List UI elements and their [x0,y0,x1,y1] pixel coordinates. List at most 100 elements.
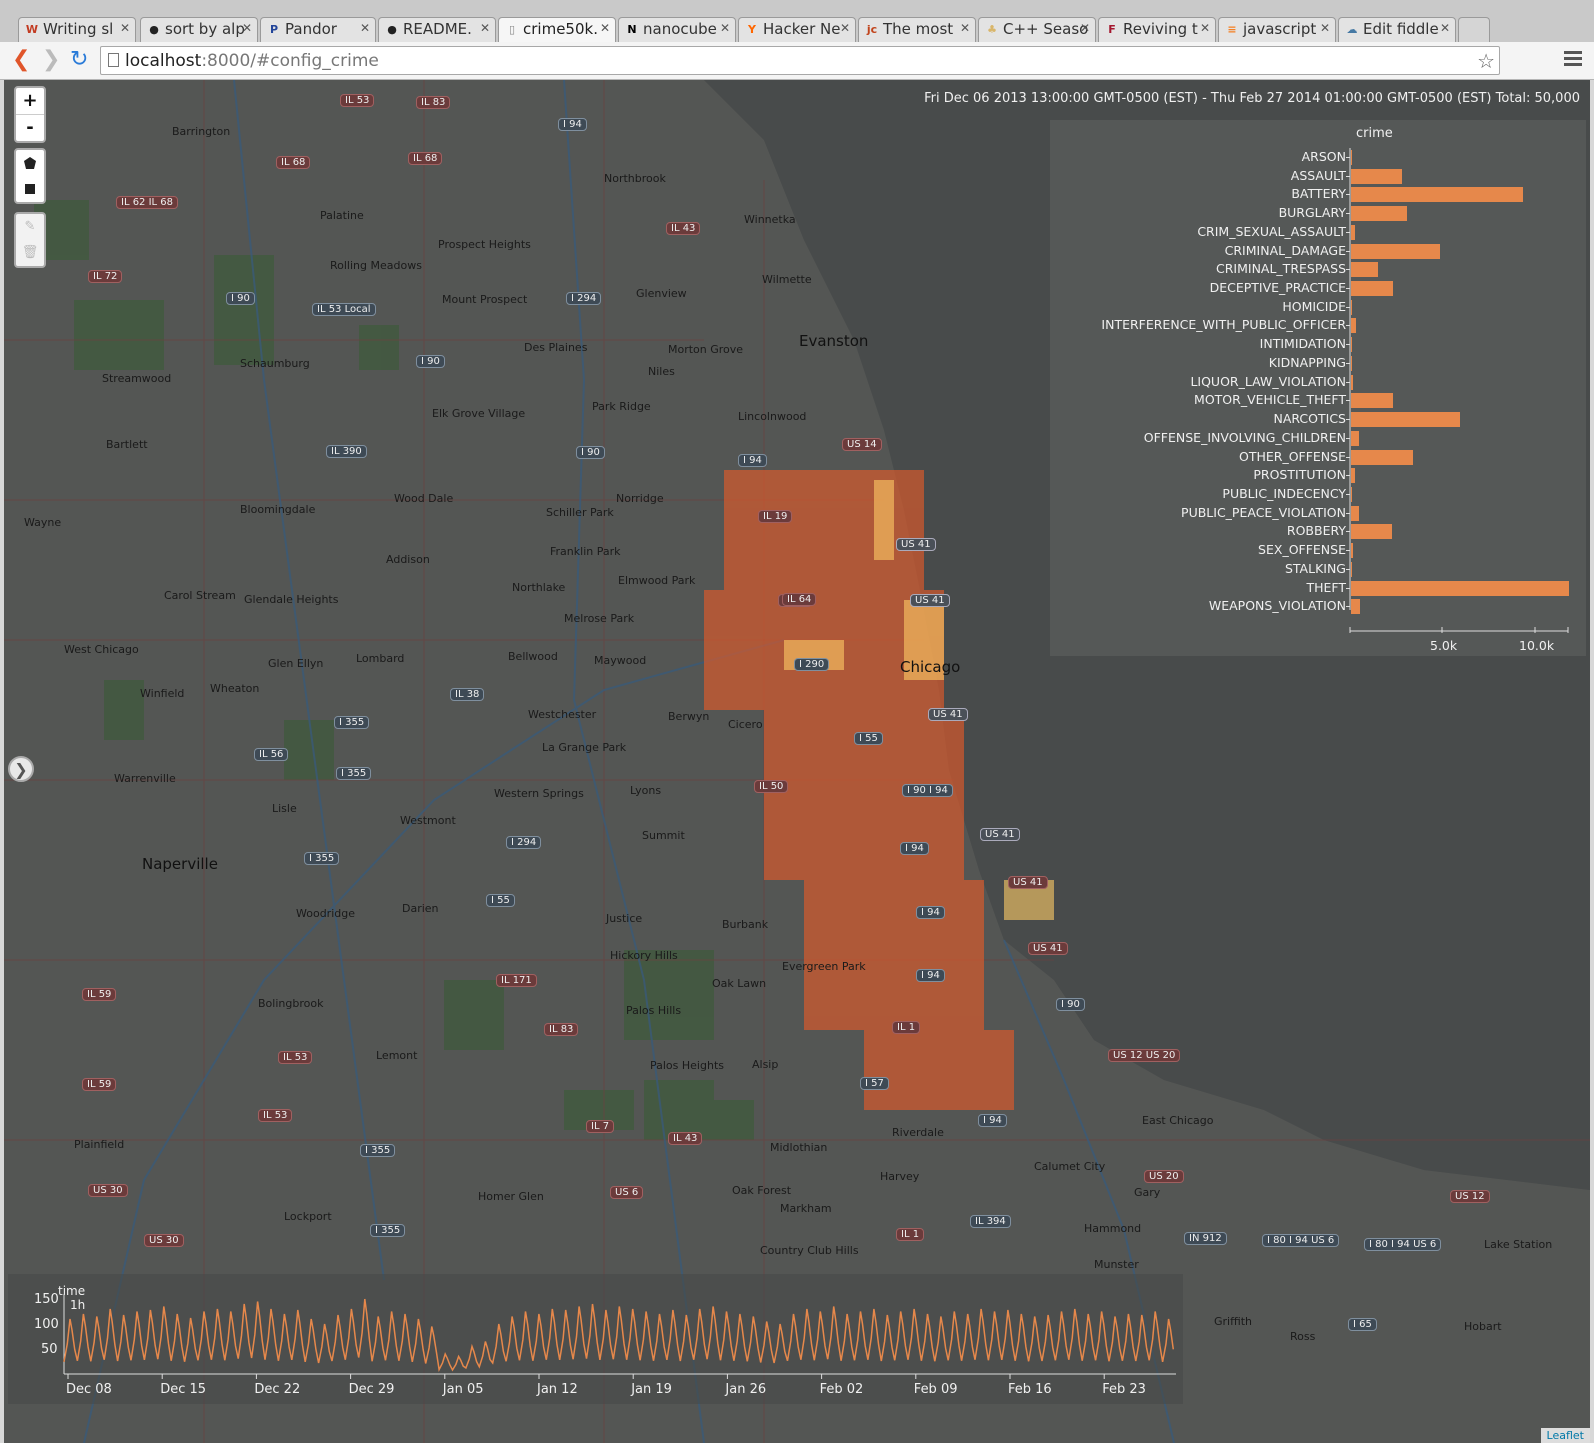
place-label: Rolling Meadows [330,259,422,272]
draw-rectangle-button[interactable] [16,176,44,202]
place-label: Plainfield [74,1138,125,1151]
road-shield: US 41 [980,828,1020,841]
notion-icon: N [627,23,637,36]
road-shield: IL 1 [892,1021,921,1034]
map-viewport[interactable]: Barrington Northbrook Winnetka Palatine Pros… [4,80,1590,1443]
forward-button[interactable]: ❯ [42,49,60,71]
browser-tab[interactable]: P Pandor ✕ [260,17,376,42]
jc-icon: jc [866,23,878,36]
place-label: Barrington [172,125,231,138]
bookmark-star-icon[interactable]: ☆ [1477,49,1495,73]
place-label: Winnetka [744,213,796,226]
delete-layers-button[interactable]: 🗑 [16,240,44,266]
draw-polygon-button[interactable] [16,150,44,176]
place-label: Oak Forest [732,1184,792,1197]
road-shield: I 90 I 94 [902,784,953,797]
time-x-tick: Feb 09 [913,1382,958,1397]
road-shield: US 30 [88,1184,128,1197]
zoom-out-button[interactable]: - [16,114,44,141]
time-series-line[interactable] [63,1298,1175,1372]
time-x-tick: Feb 02 [819,1382,864,1397]
chevron-right-icon: ❯ [14,760,28,779]
place-label: Lyons [630,784,662,797]
flag-icon: F [1108,23,1116,36]
crime-chart-panel[interactable]: crime ARSON ASSAULT BATTERY BURGLARY CRIM_SE… [1050,120,1586,656]
place-label: Alsip [752,1058,779,1071]
reload-button[interactable]: ↻ [70,49,88,71]
expand-panel-button[interactable]: ❯ [8,756,34,782]
place-label: Maywood [594,654,647,667]
tab-close-icon[interactable]: ✕ [1080,21,1090,35]
browser-tab[interactable]: ● sort by alp ✕ [140,17,258,42]
browser-tab[interactable]: W Writing sl ✕ [18,17,136,42]
place-label: Riverdale [892,1126,944,1139]
edit-layers-button[interactable]: ✎ [16,214,44,240]
browser-tab[interactable]: ♣ C++ Seaso ✕ [978,17,1096,42]
road-shield: US 41 [1008,876,1048,889]
road-shield: I 80 I 94 US 6 [1364,1238,1442,1251]
place-label: Gary [1134,1186,1161,1199]
road-shield: IL 62 IL 68 [116,196,179,209]
road-shield: IL 72 [88,270,123,283]
tab-close-icon[interactable]: ✕ [360,21,370,35]
zoom-in-button[interactable]: + [16,88,44,114]
place-label: Lemont [376,1049,418,1062]
place-label: Lombard [356,652,405,665]
address-bar[interactable]: localhost:8000/#config_crime ☆ [100,46,1500,75]
place-label: Markham [780,1202,832,1215]
time-x-tick: Jan 19 [631,1382,672,1397]
tab-close-icon[interactable]: ✕ [480,21,490,35]
road-shield: US 12 US 20 [1108,1049,1181,1062]
browser-menu-button[interactable] [1564,48,1582,69]
new-tab-button[interactable] [1458,17,1490,42]
zoom-control: + - [14,86,46,143]
place-label: Prospect Heights [438,238,531,251]
place-label: Lockport [284,1210,332,1223]
tab-close-icon[interactable]: ✕ [242,21,252,35]
road-shield: I 94 [558,118,587,131]
time-x-tick: Jan 05 [442,1382,484,1397]
browser-tab[interactable]: ☁ Edit fiddle ✕ [1338,17,1456,42]
tab-close-icon[interactable]: ✕ [600,21,610,35]
place-label: Bolingbrook [258,997,324,1010]
browser-tab[interactable]: Nnanocube ✕ [618,17,736,42]
tab-title: crime50k. [523,20,598,38]
road-shield: IL 68 [276,156,311,169]
leaflet-attribution[interactable]: Leaflet [1540,1428,1590,1443]
tab-close-icon[interactable]: ✕ [1440,21,1450,35]
place-label: Hammond [1084,1222,1142,1235]
browser-tab[interactable]: ● README. ✕ [378,17,496,42]
road-shield: IL 53 [278,1051,313,1064]
place-label: Lisle [272,802,297,815]
road-shield: IL 390 [326,445,367,458]
place-label: Ross [1290,1330,1316,1343]
back-button[interactable]: ❮ [12,49,30,71]
browser-tab[interactable]: Y Hacker Ne ✕ [738,17,856,42]
place-label: Glenview [636,287,687,300]
so-icon: ≡ [1227,23,1237,36]
road-shield: IL 59 [82,988,117,1001]
tab-close-icon[interactable]: ✕ [720,21,730,35]
url-host: localhost [125,51,202,71]
time-chart-panel[interactable]: time 1h 150 100 50 Dec 08 Dec 15 Dec 22 Dec… [8,1274,1183,1404]
place-label: La Grange Park [542,741,627,754]
tab-title: Edit fiddle [1363,20,1439,38]
tab-close-icon[interactable]: ✕ [840,21,850,35]
browser-tab[interactable]: ≡ javascript ✕ [1218,17,1336,42]
road-shield: IL 43 [666,222,701,235]
time-x-tick: Dec 08 [66,1382,112,1397]
browser-tab[interactable]: ▯ crime50k. ✕ [498,17,616,42]
place-label: Niles [648,365,675,378]
browser-tab[interactable]: F Reviving t ✕ [1098,17,1216,42]
road-shield: IL 53 [340,94,375,107]
road-shield: I 290 [794,658,830,671]
place-label: Palos Hills [626,1004,682,1017]
tab-close-icon[interactable]: ✕ [1320,21,1330,35]
rectangle-icon [25,184,35,194]
tab-close-icon[interactable]: ✕ [1200,21,1210,35]
tab-close-icon[interactable]: ✕ [960,21,970,35]
place-label: Addison [386,553,430,566]
place-label: Country Club Hills [760,1244,859,1257]
tab-close-icon[interactable]: ✕ [120,21,130,35]
browser-tab[interactable]: jc The most ✕ [858,17,976,42]
